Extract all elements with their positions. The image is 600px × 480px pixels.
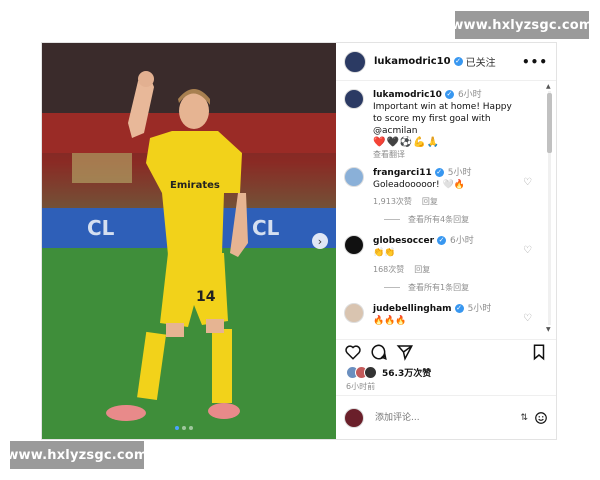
caption-text: Important win at home! Happy to score my… [373, 102, 512, 136]
likes-row[interactable]: 56.3万次赞 [346, 366, 431, 379]
post-sidebar: lukamodric10 ✓ 已关注 ••• lukamodric10 ✓ 6小时 … [336, 43, 556, 439]
verified-icon: ✓ [434, 168, 444, 177]
comment-icon[interactable] [370, 343, 388, 361]
comment-username[interactable]: judebellingham [373, 304, 452, 314]
carousel-dot [175, 426, 179, 430]
reply-button[interactable]: 回复 [422, 197, 438, 206]
liker-avatar [364, 366, 377, 379]
left-knee [166, 323, 184, 337]
comment-likes[interactable]: 168次赞 [373, 265, 404, 274]
next-image-button[interactable]: › [312, 233, 328, 249]
bookmark-icon[interactable] [530, 343, 548, 361]
comment: globesoccer ✓ 6小时 👏👏 168次赞 回复 ♡ [344, 235, 546, 276]
fist [138, 71, 154, 87]
comment-time: 5小时 [447, 168, 472, 178]
right-knee [206, 319, 224, 333]
comment-text: 👏👏 [373, 248, 396, 258]
instagram-post: CL CL Emirates 14 › lukamodric10 ✓ 已关注 •… [41, 42, 557, 440]
ad-board-text: CL [87, 216, 115, 240]
jersey-sponsor: Emirates [170, 180, 220, 191]
view-replies-link[interactable]: 查看所有4条回复 [384, 214, 546, 225]
share-icon[interactable] [396, 343, 414, 361]
more-options-icon[interactable]: ••• [522, 55, 548, 69]
scroll-up-icon[interactable]: ▲ [546, 83, 551, 90]
avatar [344, 407, 364, 428]
jersey-number: 14 [196, 289, 216, 305]
emoji-icon[interactable] [534, 411, 548, 425]
comments-list: lukamodric10 ✓ 6小时 Important win at home! … [336, 81, 556, 333]
post-timestamp: 6小时前 [346, 382, 376, 391]
heart-icon[interactable]: ♡ [523, 245, 532, 256]
avatar[interactable] [344, 303, 364, 323]
carousel-dots [175, 426, 193, 430]
reply-button[interactable]: 回复 [414, 265, 430, 274]
avatar[interactable] [344, 235, 364, 255]
watermark-bottom: www.hxlyzsgc.com [6, 441, 147, 469]
stadium-structure [72, 153, 132, 183]
caption-username[interactable]: lukamodric10 [373, 90, 442, 100]
comment: frangarci11 ✓ 5小时 Goleadooooor! 🤍🔥 1,913次赞… [344, 167, 546, 208]
post-photo[interactable]: CL CL Emirates 14 › [42, 43, 336, 439]
heart-icon[interactable] [344, 343, 362, 361]
comment-text: 🔥🔥🔥 [373, 316, 407, 326]
post-header: lukamodric10 ✓ 已关注 ••• [336, 43, 556, 81]
see-translation-link[interactable]: 查看翻译 [373, 150, 405, 159]
caption-time: 6小时 [457, 90, 482, 100]
caption: lukamodric10 ✓ 6小时 Important win at home! … [344, 89, 546, 161]
sort-icon[interactable]: ⇅ [520, 413, 528, 423]
likes-count[interactable]: 56.3万次赞 [382, 366, 431, 379]
comments-scrollbar[interactable]: ▲ ▼ [546, 83, 553, 333]
scroll-down-icon[interactable]: ▼ [546, 326, 551, 333]
heart-icon[interactable]: ♡ [523, 313, 532, 324]
caption-emojis: ❤️🖤⚽💪🙏 [373, 137, 441, 148]
verified-icon: ✓ [453, 57, 463, 66]
action-bar [336, 339, 556, 363]
avatar[interactable] [344, 89, 364, 109]
heart-icon[interactable]: ♡ [523, 177, 532, 188]
scrollbar-thumb[interactable] [547, 93, 552, 153]
comment-likes[interactable]: 1,913次赞 [373, 197, 412, 206]
comment-username[interactable]: globesoccer [373, 236, 434, 246]
avatar[interactable] [344, 167, 364, 187]
carousel-dot [182, 426, 186, 430]
comment-time: 5小时 [467, 304, 492, 314]
add-comment-bar: ⇅ [336, 395, 556, 439]
watermark-top: www.hxlyzsgc.com [451, 11, 592, 39]
verified-icon: ✓ [437, 236, 447, 245]
carousel-dot [189, 426, 193, 430]
comment-text: Goleadooooor! 🤍🔥 [373, 180, 465, 190]
verified-icon: ✓ [444, 90, 454, 99]
username-link[interactable]: lukamodric10 [374, 56, 451, 67]
right-sock [212, 329, 232, 403]
avatar[interactable] [344, 50, 366, 73]
view-replies-link[interactable]: 查看所有1条回复 [384, 282, 546, 293]
ad-board-text-2: CL [252, 216, 280, 240]
comment-time: 6小时 [450, 236, 474, 246]
comment: judebellingham ✓ 5小时 🔥🔥🔥 ♡ [344, 303, 546, 327]
right-boot [208, 403, 240, 419]
comment-username[interactable]: frangarci11 [373, 168, 432, 178]
player-illustration: CL CL Emirates 14 [42, 43, 336, 439]
comment-input[interactable] [373, 411, 497, 424]
follow-status[interactable]: 已关注 [466, 54, 496, 69]
verified-icon: ✓ [454, 304, 464, 313]
left-boot [106, 405, 146, 421]
